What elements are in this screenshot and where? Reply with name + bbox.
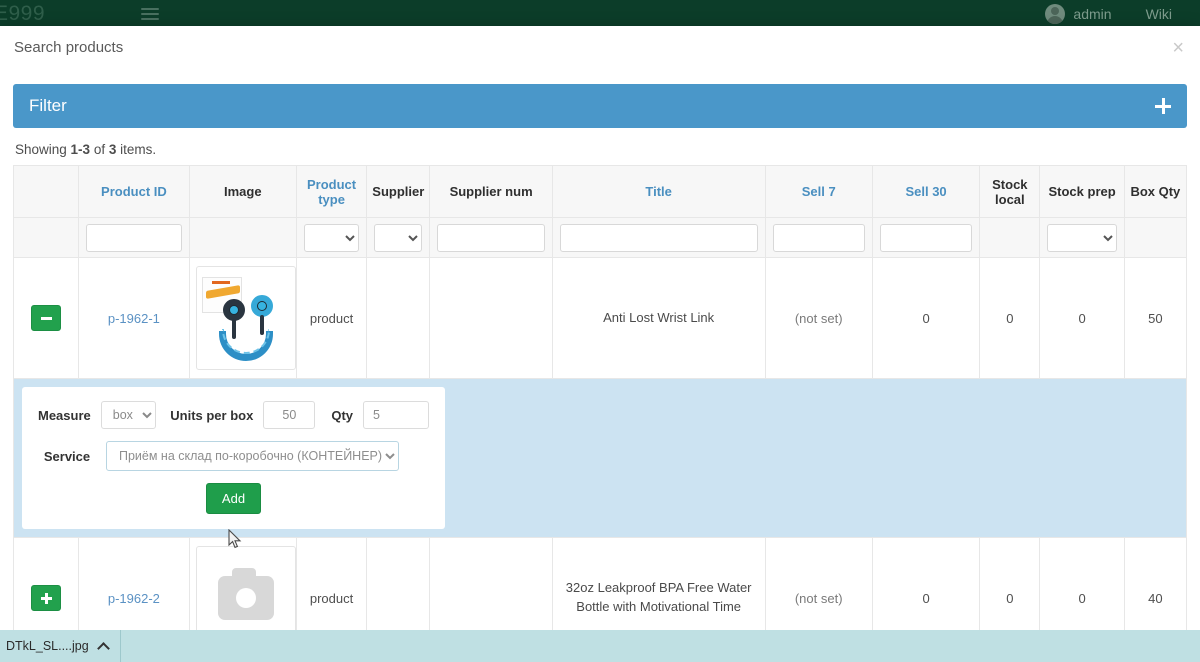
search-products-modal: Search products × Filter Showing 1-3 of … — [0, 26, 1200, 636]
modal-header: Search products × — [0, 26, 1200, 68]
cell-sell-7: (not set) — [765, 258, 872, 379]
service-row: Service Приём на склад по-коробочно (КОН… — [38, 441, 429, 471]
filter-input-sell-30[interactable] — [880, 224, 972, 252]
sort-link-product-type[interactable]: Product type — [307, 177, 356, 207]
col-image: Image — [189, 166, 296, 218]
filter-cell-product-id — [79, 218, 189, 258]
products-table: Product ID Image Product type Supplier S… — [13, 165, 1187, 659]
download-filename: DTkL_SL....jpg — [6, 639, 89, 653]
table-filter-row — [14, 218, 1187, 258]
receiving-form: Measure box Units per box Qty — [22, 387, 445, 529]
col-sell-30[interactable]: Sell 30 — [872, 166, 979, 218]
units-per-box-input[interactable] — [263, 401, 315, 429]
app-logo[interactable]: E999 — [0, 2, 45, 26]
avatar — [1045, 4, 1065, 24]
app-top-bar: E999 admin Wiki — [0, 0, 1200, 28]
col-title[interactable]: Title — [552, 166, 765, 218]
minus-icon[interactable] — [31, 305, 61, 331]
cell-supplier — [367, 258, 430, 379]
wiki-link[interactable]: Wiki — [1146, 6, 1172, 22]
filter-cell-image — [189, 218, 296, 258]
filter-select-stock-prep[interactable] — [1047, 224, 1116, 252]
camera-placeholder-icon — [218, 576, 274, 620]
filter-panel-header[interactable]: Filter — [13, 84, 1187, 128]
col-product-id[interactable]: Product ID — [79, 166, 189, 218]
table-row: p-1962-1 — [14, 258, 1187, 379]
filter-input-product-id[interactable] — [86, 224, 181, 252]
table-header-row: Product ID Image Product type Supplier S… — [14, 166, 1187, 218]
download-item[interactable]: DTkL_SL....jpg — [0, 630, 121, 662]
product-id-link[interactable]: p-1962-2 — [108, 591, 160, 606]
cell-title: Anti Lost Wrist Link — [552, 258, 765, 379]
filter-input-sell-7[interactable] — [773, 224, 865, 252]
product-thumbnail[interactable] — [196, 266, 296, 370]
cell-product-id: p-1962-1 — [79, 258, 189, 379]
filter-select-product-type[interactable] — [304, 224, 359, 252]
filter-cell-supplier-num — [430, 218, 552, 258]
measure-label: Measure — [38, 408, 91, 423]
close-icon[interactable]: × — [1172, 38, 1184, 58]
cell-toggle — [14, 258, 79, 379]
cell-product-type: product — [296, 258, 366, 379]
filter-cell-title — [552, 218, 765, 258]
results-summary: Showing 1-3 of 3 items. — [15, 142, 1187, 157]
cell-supplier-num — [430, 258, 552, 379]
cell-box-qty: 50 — [1124, 258, 1186, 379]
filter-cell-sell-7 — [765, 218, 872, 258]
plus-icon[interactable] — [1155, 98, 1171, 114]
filter-cell-product-type — [296, 218, 366, 258]
filter-label: Filter — [29, 96, 67, 116]
filter-input-supplier-num[interactable] — [437, 224, 544, 252]
cell-stock-prep: 0 — [1040, 258, 1124, 379]
filter-input-title[interactable] — [560, 224, 758, 252]
service-label: Service — [38, 449, 96, 464]
download-shelf: DTkL_SL....jpg — [0, 630, 1200, 662]
sort-link-sell-7[interactable]: Sell 7 — [802, 184, 836, 199]
col-stock-prep: Stock prep — [1040, 166, 1124, 218]
product-photo-wrist-link-icon — [199, 269, 293, 367]
summary-range: 1-3 — [71, 142, 91, 157]
add-button[interactable]: Add — [206, 483, 261, 514]
filter-cell-stock-local — [980, 218, 1040, 258]
expanded-detail-row: Measure box Units per box Qty — [14, 379, 1187, 538]
cell-image — [189, 258, 296, 379]
col-supplier: Supplier — [367, 166, 430, 218]
units-per-box-label: Units per box — [170, 408, 253, 423]
sort-link-product-id[interactable]: Product ID — [101, 184, 167, 199]
cell-stock-local: 0 — [980, 258, 1040, 379]
qty-label: Qty — [331, 408, 353, 423]
filter-cell-supplier — [367, 218, 430, 258]
col-product-type[interactable]: Product type — [296, 166, 366, 218]
col-stock-local: Stock local — [980, 166, 1040, 218]
qty-input[interactable] — [363, 401, 429, 429]
filter-cell-stock-prep — [1040, 218, 1124, 258]
col-supplier-num: Supplier num — [430, 166, 552, 218]
filter-select-supplier[interactable] — [374, 224, 422, 252]
filter-cell-sell-30 — [872, 218, 979, 258]
summary-prefix: Showing — [15, 142, 71, 157]
service-select[interactable]: Приём на склад по-коробочно (КОНТЕЙНЕР) — [106, 441, 399, 471]
summary-suffix: items. — [116, 142, 156, 157]
chevron-up-icon[interactable] — [97, 642, 110, 655]
hamburger-icon[interactable] — [141, 8, 159, 20]
product-id-link[interactable]: p-1962-1 — [108, 311, 160, 326]
sort-link-title[interactable]: Title — [645, 184, 672, 199]
col-sell-7[interactable]: Sell 7 — [765, 166, 872, 218]
expanded-detail-cell: Measure box Units per box Qty — [14, 379, 1187, 538]
user-name: admin — [1073, 6, 1111, 22]
summary-middle: of — [90, 142, 109, 157]
modal-title: Search products — [14, 39, 123, 56]
sort-link-sell-30[interactable]: Sell 30 — [905, 184, 946, 199]
filter-cell-toggle — [14, 218, 79, 258]
cell-sell-30: 0 — [872, 258, 979, 379]
filter-cell-box-qty — [1124, 218, 1186, 258]
measure-select[interactable]: box — [101, 401, 157, 429]
measure-row: Measure box Units per box Qty — [38, 401, 429, 429]
col-box-qty: Box Qty — [1124, 166, 1186, 218]
col-toggle — [14, 166, 79, 218]
modal-body: Filter Showing 1-3 of 3 items. — [0, 84, 1200, 659]
detail-wrapper: Measure box Units per box Qty — [14, 379, 1186, 537]
user-menu[interactable]: admin — [1045, 4, 1111, 24]
plus-icon[interactable] — [31, 585, 61, 611]
